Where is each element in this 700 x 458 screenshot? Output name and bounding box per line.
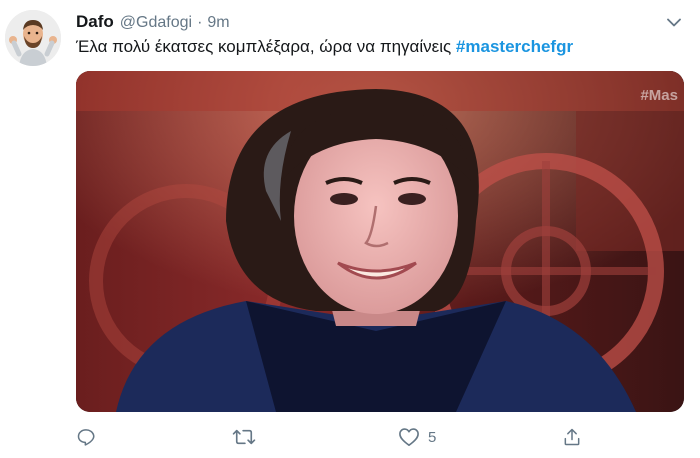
tweet-timestamp[interactable]: 9m (207, 14, 229, 32)
reply-icon (77, 429, 95, 446)
retweet-button[interactable] (232, 425, 256, 449)
tweet-actions: 5 (76, 425, 676, 449)
author-name[interactable]: Dafo (76, 12, 114, 32)
reply-button[interactable] (76, 425, 96, 449)
photo-image (76, 71, 684, 412)
heart-icon (399, 428, 419, 446)
avatar[interactable] (5, 10, 61, 66)
tweet-media-photo[interactable]: #Mas (76, 71, 684, 412)
tweet-body: Έλα πολύ έκατσες κομπλέξαρα, ώρα να πηγα… (76, 37, 452, 56)
separator-dot: · (197, 14, 203, 31)
retweet-icon (232, 429, 256, 445)
tweet-text: Έλα πολύ έκατσες κομπλέξαρα, ώρα να πηγα… (76, 36, 573, 58)
hashtag-link[interactable]: #masterchefgr (456, 37, 573, 56)
memoji-avatar-icon (5, 10, 61, 66)
share-icon (564, 428, 580, 446)
tweet-menu-button[interactable] (664, 14, 684, 30)
share-button[interactable] (562, 425, 582, 449)
like-count: 5 (428, 428, 437, 446)
like-button[interactable]: 5 (398, 425, 436, 449)
chevron-down-icon (667, 18, 681, 26)
media-watermark: #Mas (640, 87, 678, 104)
author-handle[interactable]: @Gdafogi (120, 14, 192, 32)
tweet-card[interactable]: Dafo @Gdafogi · 9m Έλα πολύ έκατσες κομπ… (0, 0, 700, 458)
tweet-header: Dafo @Gdafogi · 9m (76, 12, 230, 34)
